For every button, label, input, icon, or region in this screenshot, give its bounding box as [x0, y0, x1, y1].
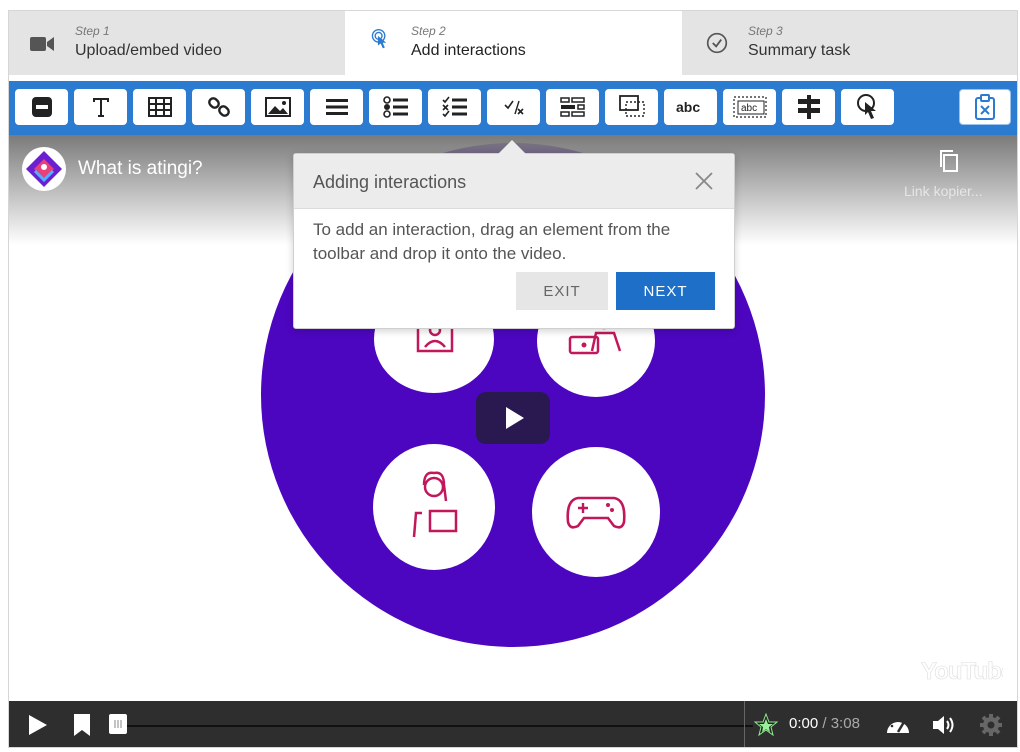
- seek-bar[interactable]: [123, 725, 753, 727]
- grip-icon: [114, 720, 122, 728]
- step-navigation: Step 1 Upload/embed video Step 2 Add int…: [9, 11, 1017, 75]
- statements-tool-button[interactable]: [310, 89, 363, 125]
- current-time: 0:00: [789, 715, 819, 732]
- paste-clipboard-button[interactable]: [959, 89, 1011, 125]
- total-time: 3:08: [830, 715, 860, 732]
- link-icon: [207, 97, 230, 117]
- illustration-bubble-reader: [373, 444, 495, 570]
- list-icon: [325, 99, 348, 115]
- fill-blanks-icon: abc: [676, 99, 700, 115]
- check-circle-icon: [706, 32, 728, 54]
- step-3-tab[interactable]: Step 3 Summary task: [682, 11, 1017, 75]
- reader-woman-icon: [412, 471, 458, 538]
- popover-arrow: [498, 140, 526, 154]
- step-label: Upload/embed video: [75, 42, 222, 59]
- navigation-hotspot-tool-button[interactable]: [782, 89, 835, 125]
- image-tool-button[interactable]: [251, 89, 304, 125]
- atingi-logo-icon: [26, 151, 62, 187]
- step-2-tab[interactable]: Step 2 Add interactions: [345, 11, 682, 75]
- single-choice-tool-button[interactable]: [369, 89, 422, 125]
- fill-blanks-icon-text: abc: [676, 99, 700, 115]
- link-tool-button[interactable]: [192, 89, 245, 125]
- check-cross-icon: [503, 100, 524, 115]
- video-canvas[interactable]: What is atingi? Link kopier... YouTube A…: [9, 135, 1017, 701]
- crossroads-tool-button[interactable]: [605, 89, 658, 125]
- step-number: Step 2: [411, 24, 446, 38]
- label-icon: [31, 97, 52, 117]
- multiple-choice-tool-button[interactable]: [428, 89, 481, 125]
- drag-and-drop-tool-button[interactable]: [546, 89, 599, 125]
- star-icon[interactable]: [754, 713, 778, 737]
- popover-title: Adding interactions: [313, 172, 467, 192]
- drag-text-icon: abc: [732, 96, 767, 118]
- gamepad-icon: [566, 496, 626, 529]
- player-controls: 0:00 / 3:08: [9, 701, 1017, 747]
- youtube-logo-text: YouTube: [921, 658, 1003, 685]
- sort-list-icon: [559, 97, 585, 117]
- table-tool-button[interactable]: [133, 89, 186, 125]
- copy-link-label[interactable]: Link kopier...: [904, 183, 983, 199]
- drag-text-icon-text: abc: [741, 103, 757, 114]
- text-icon: [92, 98, 109, 117]
- step-number: Step 3: [748, 24, 783, 38]
- video-play-button[interactable]: [476, 392, 550, 444]
- radio-list-icon: [382, 96, 408, 118]
- channel-logo[interactable]: [22, 147, 66, 191]
- step-number: Step 1: [75, 24, 110, 38]
- time-separator: /: [818, 715, 831, 732]
- clipboard-icon: [975, 94, 995, 120]
- touch-pointer-icon: [371, 29, 387, 49]
- fill-in-blanks-tool-button[interactable]: abc: [664, 89, 717, 125]
- exit-button[interactable]: EXIT: [516, 272, 608, 310]
- interaction-end-line: [744, 701, 745, 747]
- time-display: 0:00 / 3:08: [789, 715, 860, 732]
- video-camera-icon: [30, 37, 54, 51]
- window-drag-icon: [618, 95, 645, 117]
- step-label: Add interactions: [411, 42, 526, 59]
- illustration-bubble-gamepad: [532, 447, 660, 577]
- interaction-toolbar: abc abc: [9, 81, 1017, 135]
- video-title[interactable]: What is atingi?: [78, 158, 203, 180]
- adding-interactions-popover: Adding interactions To add an interactio…: [293, 140, 735, 329]
- true-false-tool-button[interactable]: [487, 89, 540, 125]
- label-tool-button[interactable]: [15, 89, 68, 125]
- speedometer-icon[interactable]: [885, 713, 911, 737]
- drag-text-tool-button[interactable]: abc: [723, 89, 776, 125]
- checklist-icon: [441, 96, 467, 118]
- text-tool-button[interactable]: [74, 89, 127, 125]
- gear-icon[interactable]: [979, 713, 1003, 737]
- popover-body: To add an interaction, drag an element f…: [313, 220, 671, 263]
- mark-the-words-tool-button[interactable]: [841, 89, 894, 125]
- seek-handle[interactable]: [109, 714, 127, 734]
- play-icon[interactable]: [27, 713, 49, 737]
- youtube-logo-icon[interactable]: YouTube: [879, 655, 1003, 685]
- step-label: Summary task: [748, 42, 851, 59]
- bookmark-icon[interactable]: [73, 713, 91, 737]
- close-icon[interactable]: [694, 171, 714, 191]
- touch-pointer-icon: [856, 94, 876, 119]
- copy-icon[interactable]: [938, 149, 960, 173]
- editor-frame: Step 1 Upload/embed video Step 2 Add int…: [8, 10, 1018, 748]
- volume-icon[interactable]: [931, 713, 957, 737]
- step-1-tab[interactable]: Step 1 Upload/embed video: [9, 11, 345, 75]
- signpost-icon: [797, 95, 820, 119]
- table-icon: [147, 97, 172, 117]
- image-icon: [264, 97, 291, 117]
- next-button[interactable]: NEXT: [616, 272, 715, 310]
